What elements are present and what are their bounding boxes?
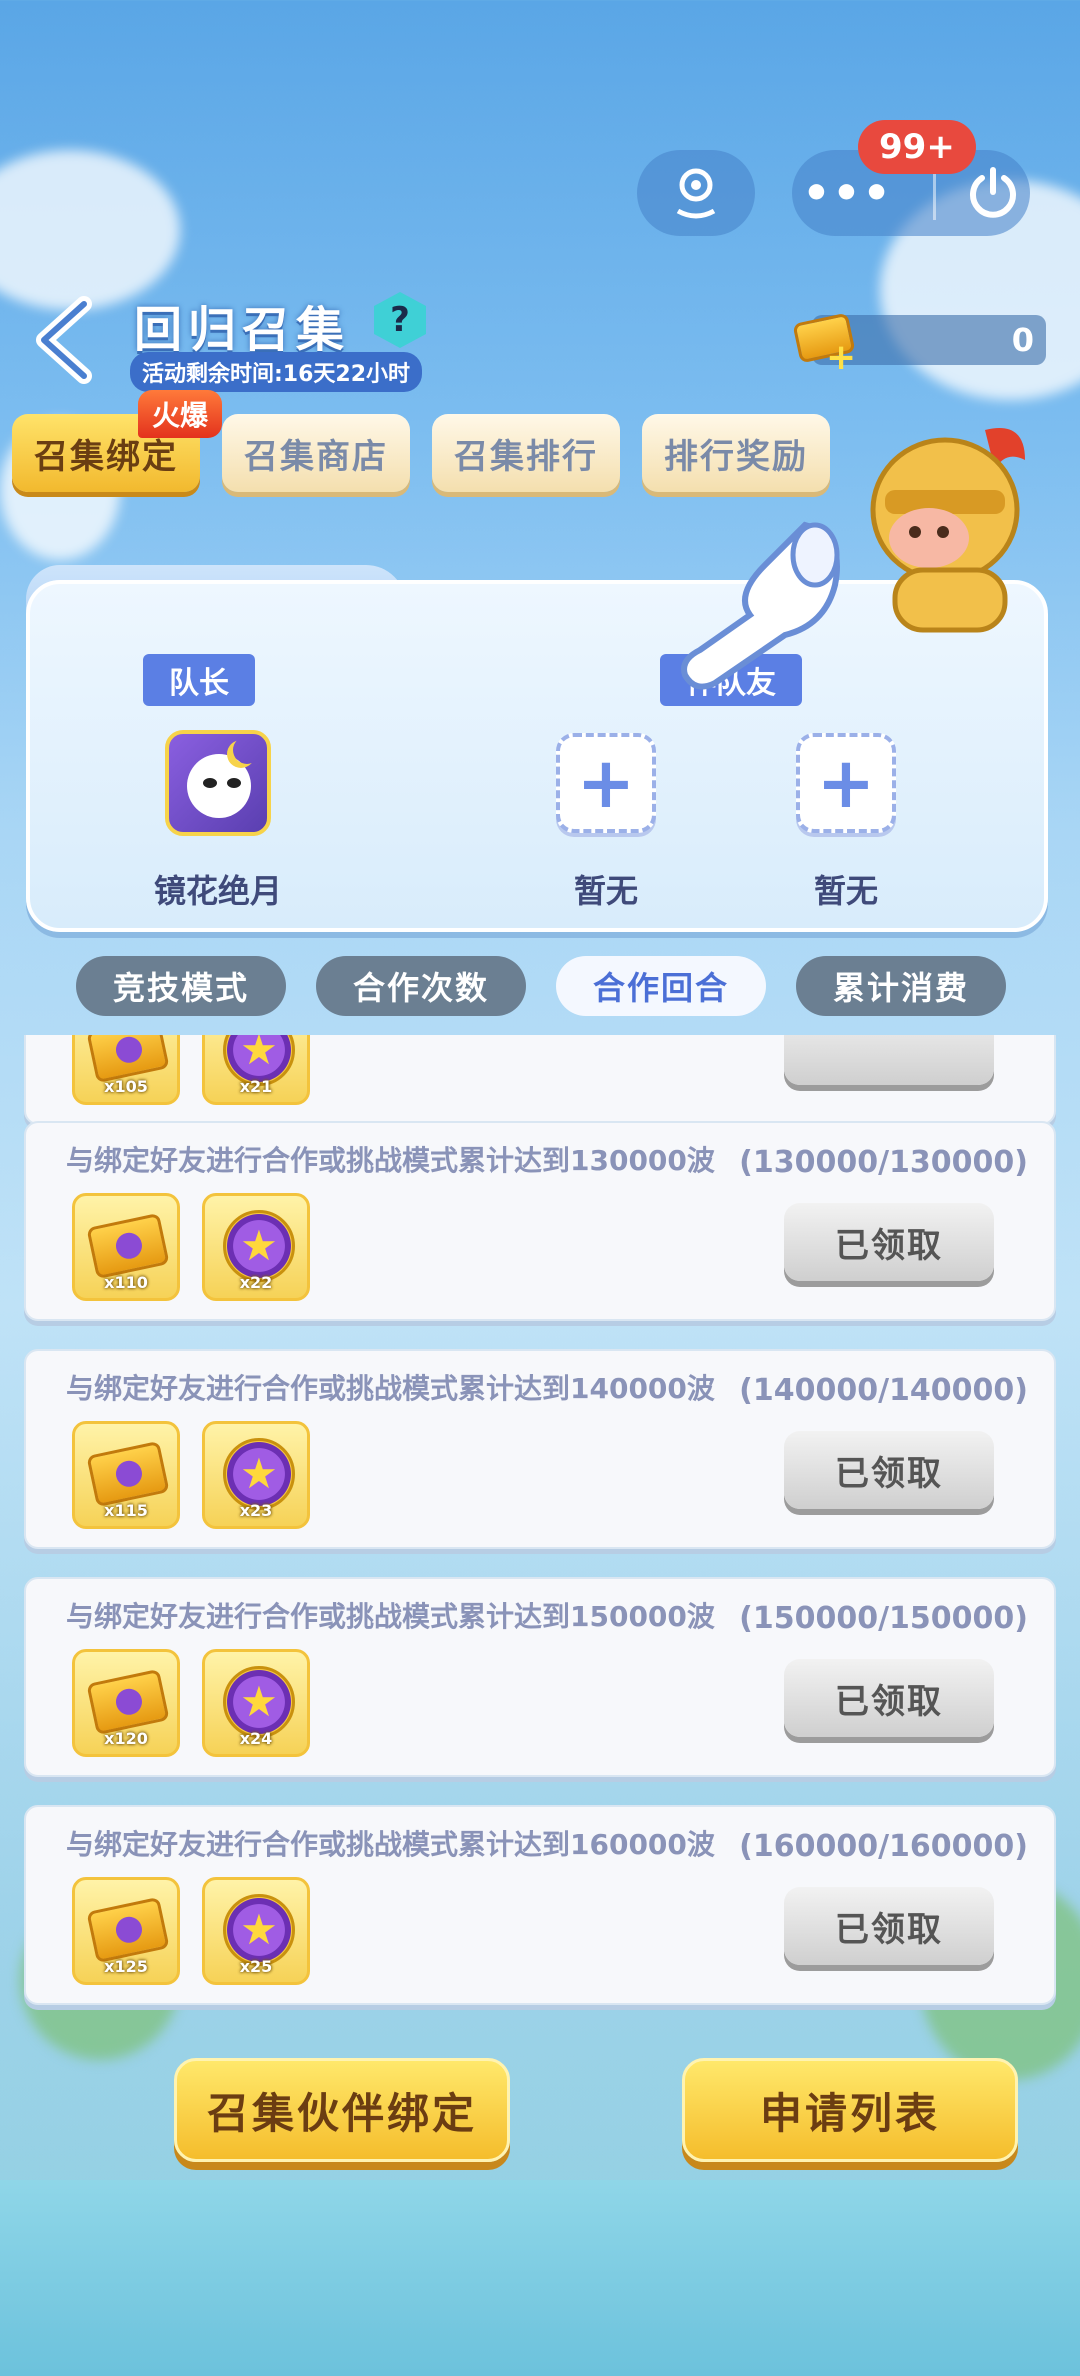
reward-count: x115 xyxy=(104,1501,148,1520)
notification-badge: 99+ xyxy=(858,120,976,174)
location-button[interactable] xyxy=(637,150,755,236)
ticket-icon xyxy=(86,1035,170,1084)
claimed-button[interactable]: 已领取 xyxy=(784,1887,994,1965)
reward-count: x21 xyxy=(239,1077,273,1096)
reward-count: x105 xyxy=(104,1077,148,1096)
task-description: 与绑定好友进行合作或挑战模式累计达到140000波 xyxy=(66,1372,715,1405)
avatar-eye-right xyxy=(227,778,241,788)
task-description: 与绑定好友进行合作或挑战模式累计达到160000波 xyxy=(66,1828,715,1861)
hot-badge: 火爆 xyxy=(138,390,223,438)
reward-count: x110 xyxy=(104,1273,148,1292)
ticket-reward: x110 xyxy=(72,1193,180,1301)
slot2-name: 暂无 xyxy=(813,872,878,910)
tab-shop[interactable]: 召集商店 xyxy=(222,414,410,492)
claimed-button[interactable]: 已领取 xyxy=(784,1431,994,1509)
task-card: 与绑定好友进行合作或挑战模式累计达到150000波 (150000/150000… xyxy=(24,1577,1056,1777)
claimed-button[interactable]: 已领取 xyxy=(784,1659,994,1737)
ticket-icon xyxy=(86,1440,170,1508)
tab-ranking[interactable]: 召集排行 xyxy=(432,414,620,492)
currency-count: 0 xyxy=(1011,321,1034,359)
power-icon[interactable] xyxy=(966,166,1020,220)
reward-count: x23 xyxy=(239,1501,273,1520)
task-description: 与绑定好友进行合作或挑战模式累计达到150000波 xyxy=(66,1600,715,1633)
task-description: 与绑定好友进行合作或挑战模式累计达到130000波 xyxy=(66,1144,715,1177)
ticket-icon xyxy=(86,1896,170,1964)
more-dots-icon[interactable]: ••• xyxy=(802,168,892,219)
location-pin-icon xyxy=(676,168,716,219)
bind-partner-button[interactable]: 召集伙伴绑定 xyxy=(174,2058,510,2162)
task-progress: (150000/150000) xyxy=(739,1601,1028,1636)
subtab-competitive[interactable]: 竞技模式 xyxy=(76,956,286,1016)
event-timer: 活动剩余时间:16天22小时 xyxy=(130,352,423,392)
claimed-button[interactable]: 已领取 xyxy=(784,1203,994,1281)
star-coin-icon: ★ xyxy=(223,1894,295,1966)
task-progress: (160000/160000) xyxy=(739,1829,1028,1864)
ticket-reward: x125 xyxy=(72,1877,180,1985)
task-list[interactable]: x105 ★ x21 与绑定好友进行合作或挑战模式累计达到130000波 (13… xyxy=(24,1035,1056,2010)
star-coin-reward: ★ x25 xyxy=(202,1877,310,1985)
star-coin-icon: ★ xyxy=(223,1438,295,1510)
subtab-spending[interactable]: 累计消费 xyxy=(796,956,1006,1016)
chevron-left-icon xyxy=(36,296,92,384)
add-currency-icon[interactable]: + xyxy=(826,340,856,376)
task-card: 与绑定好友进行合作或挑战模式累计达到160000波 (160000/160000… xyxy=(24,1805,1056,2005)
tab-rank-rewards[interactable]: 排行奖励 xyxy=(642,414,830,492)
apply-list-button[interactable]: 申请列表 xyxy=(682,2058,1018,2162)
ticket-reward: x115 xyxy=(72,1421,180,1529)
captain-name: 镜花绝月 xyxy=(153,872,282,910)
add-partner-slot-1[interactable]: + xyxy=(556,733,656,833)
task-card: 与绑定好友进行合作或挑战模式累计达到140000波 (140000/140000… xyxy=(24,1349,1056,1549)
plus-icon: + xyxy=(816,742,876,824)
star-coin-reward: ★ x21 xyxy=(202,1035,310,1105)
knight-mascot xyxy=(870,428,1025,633)
star-coin-reward: ★ x23 xyxy=(202,1421,310,1529)
avatar-face xyxy=(187,754,251,818)
task-card: 与绑定好友进行合作或挑战模式累计达到130000波 (130000/130000… xyxy=(24,1121,1056,1321)
star-coin-reward: ★ x22 xyxy=(202,1193,310,1301)
reward-count: x125 xyxy=(104,1957,148,1976)
ticket-reward: x120 xyxy=(72,1649,180,1757)
pointing-hand-icon xyxy=(681,521,840,690)
task-card-partial: x105 ★ x21 xyxy=(24,1035,1056,1125)
star-coin-icon: ★ xyxy=(223,1210,295,1282)
ticket-icon xyxy=(86,1668,170,1736)
help-button[interactable]: ? xyxy=(374,292,426,348)
add-partner-slot-2[interactable]: + xyxy=(796,733,896,833)
reward-count: x25 xyxy=(239,1957,273,1976)
task-progress: (140000/140000) xyxy=(739,1373,1028,1408)
page-title: 回归召集 xyxy=(134,302,351,358)
star-coin-reward: ★ x24 xyxy=(202,1649,310,1757)
reward-count: x120 xyxy=(104,1729,148,1748)
subtab-coop-rounds[interactable]: 合作回合 xyxy=(556,956,766,1016)
star-coin-icon: ★ xyxy=(223,1666,295,1738)
moon-icon xyxy=(233,736,261,764)
ticket-reward: x105 xyxy=(72,1035,180,1105)
subtab-coop-count[interactable]: 合作次数 xyxy=(316,956,526,1016)
slot1-name: 暂无 xyxy=(573,872,638,910)
back-button[interactable] xyxy=(26,296,114,384)
capsule-divider xyxy=(932,166,936,220)
ticket-icon xyxy=(86,1212,170,1280)
claimed-button[interactable] xyxy=(784,1035,994,1085)
reward-count: x24 xyxy=(239,1729,273,1748)
avatar-eye-left xyxy=(203,778,217,788)
plus-icon: + xyxy=(576,742,636,824)
task-progress: (130000/130000) xyxy=(739,1145,1028,1180)
captain-label: 队长 xyxy=(143,654,255,706)
captain-avatar[interactable] xyxy=(165,730,271,836)
water-background xyxy=(0,2180,1080,2376)
reward-count: x22 xyxy=(239,1273,273,1292)
